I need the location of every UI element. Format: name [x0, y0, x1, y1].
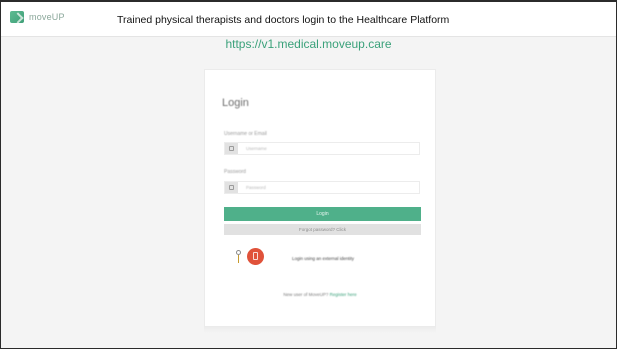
password-label: Password	[224, 169, 246, 175]
register-prefix: New user of MoveUP?	[283, 292, 329, 297]
username-field[interactable]: Username	[224, 142, 420, 155]
card-shadow	[204, 327, 436, 333]
login-button[interactable]: Login	[224, 207, 421, 221]
password-placeholder: Password	[246, 185, 266, 190]
platform-url: https://v1.medical.moveup.care	[225, 37, 392, 51]
lock-icon	[225, 182, 238, 193]
username-label: Username or Email	[224, 131, 267, 137]
register-note: New user of MoveUP? Register here	[205, 292, 435, 297]
screen-frame: moveUP Trained physical therapists and d…	[0, 0, 617, 349]
header-caption: Trained physical therapists and doctors …	[117, 14, 450, 26]
moveup-logo-icon	[10, 11, 24, 23]
login-title: Login	[222, 97, 249, 109]
top-bar: moveUP Trained physical therapists and d…	[1, 2, 616, 37]
login-card: Login Username or Email Username Passwor…	[204, 69, 436, 327]
register-link[interactable]: Register here	[330, 292, 357, 297]
external-login-icons	[235, 248, 264, 265]
user-icon	[225, 143, 238, 154]
brand-logo[interactable]: moveUP	[10, 11, 65, 23]
password-field[interactable]: Password	[224, 181, 420, 194]
username-placeholder: Username	[246, 146, 267, 151]
forgot-password-button[interactable]: Forgot password? Click	[224, 224, 421, 235]
key-icon[interactable]	[235, 249, 242, 264]
external-login-text[interactable]: Login using an external identity	[292, 256, 354, 261]
logo-text: moveUP	[29, 12, 65, 22]
shield-icon[interactable]	[247, 248, 264, 265]
